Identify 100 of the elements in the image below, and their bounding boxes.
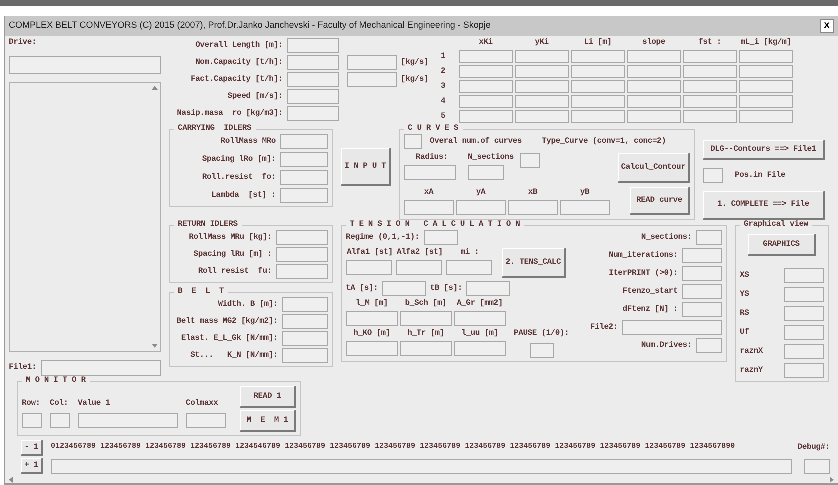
input-field[interactable] <box>682 284 722 299</box>
input-field[interactable] <box>468 165 504 180</box>
read-curve-button[interactable]: READ curve <box>630 187 690 215</box>
input-field[interactable] <box>186 413 226 428</box>
input-field[interactable] <box>347 72 397 87</box>
input-field[interactable] <box>703 168 723 184</box>
input-field[interactable] <box>404 134 422 149</box>
input-field[interactable] <box>346 260 392 275</box>
input-field[interactable] <box>280 152 328 167</box>
input-field[interactable] <box>530 343 554 358</box>
input-field[interactable] <box>804 458 830 474</box>
input-field[interactable] <box>282 314 328 329</box>
input-field[interactable] <box>682 248 722 263</box>
input-field[interactable] <box>287 55 339 70</box>
input-field[interactable] <box>508 200 558 215</box>
input-field[interactable] <box>683 110 737 123</box>
input-field[interactable] <box>739 110 793 123</box>
input-field[interactable] <box>683 50 737 63</box>
input-field[interactable] <box>346 341 398 356</box>
input-button[interactable]: I N P U T <box>341 148 391 186</box>
input-field[interactable] <box>627 80 681 93</box>
input-field[interactable] <box>739 95 793 108</box>
close-button[interactable]: x <box>820 19 834 33</box>
input-field[interactable] <box>627 50 681 63</box>
input-field[interactable] <box>515 65 569 78</box>
scroll-down-icon[interactable] <box>151 342 159 350</box>
input-field[interactable] <box>51 458 792 474</box>
input-field[interactable] <box>456 200 506 215</box>
input-field[interactable] <box>459 50 513 63</box>
input-field[interactable] <box>571 80 625 93</box>
input-field[interactable] <box>78 413 178 428</box>
input-field[interactable] <box>454 341 506 356</box>
input-field[interactable] <box>276 247 328 262</box>
input-field[interactable] <box>276 264 328 279</box>
input-field[interactable] <box>515 95 569 108</box>
input-field[interactable] <box>571 65 625 78</box>
input-field[interactable] <box>571 110 625 123</box>
input-field[interactable] <box>280 134 328 149</box>
list-box[interactable] <box>9 82 161 352</box>
input-field[interactable] <box>282 297 328 312</box>
input-field[interactable] <box>682 266 722 281</box>
input-field[interactable] <box>400 341 452 356</box>
input-field[interactable] <box>459 65 513 78</box>
input-field[interactable] <box>515 110 569 123</box>
input-field[interactable] <box>739 65 793 78</box>
input-field[interactable] <box>400 311 452 326</box>
input-field[interactable] <box>396 260 442 275</box>
scroll-left-icon[interactable] <box>7 476 15 484</box>
input-field[interactable] <box>280 170 328 185</box>
input-field[interactable] <box>784 306 824 321</box>
input-field[interactable] <box>50 413 70 428</box>
input-field[interactable] <box>515 80 569 93</box>
input-field[interactable] <box>347 55 397 70</box>
input-field[interactable] <box>739 80 793 93</box>
tension-calc-button[interactable]: 2. TENS_CALC <box>502 248 566 278</box>
input-field[interactable] <box>287 106 339 121</box>
input-field[interactable] <box>404 200 454 215</box>
input-field[interactable] <box>287 38 339 53</box>
input-field[interactable] <box>282 331 328 346</box>
input-field[interactable] <box>696 338 722 353</box>
input-field[interactable] <box>622 320 722 335</box>
increment-button[interactable]: + 1 <box>21 458 43 474</box>
calculate-contour-button[interactable]: Calcul_Contour <box>618 153 690 183</box>
input-field[interactable] <box>784 325 824 340</box>
complete-to-file-button[interactable]: 1. COMPLETE ==> File <box>703 191 825 220</box>
input-field[interactable] <box>515 50 569 63</box>
input-field[interactable] <box>683 80 737 93</box>
decrement-button[interactable]: - 1 <box>21 440 43 456</box>
input-field[interactable] <box>696 230 722 245</box>
input-field[interactable] <box>459 80 513 93</box>
input-field[interactable] <box>571 95 625 108</box>
scroll-right-icon[interactable] <box>828 476 836 484</box>
input-field[interactable] <box>682 302 722 317</box>
input-field[interactable] <box>627 65 681 78</box>
input-field[interactable] <box>446 260 492 275</box>
input-field[interactable] <box>459 110 513 123</box>
input-field[interactable] <box>627 110 681 123</box>
input-field[interactable] <box>683 65 737 78</box>
input-field[interactable] <box>404 165 456 180</box>
scroll-up-icon[interactable] <box>151 84 159 92</box>
input-field[interactable] <box>346 311 398 326</box>
input-field[interactable] <box>784 363 824 378</box>
input-field[interactable] <box>282 348 328 363</box>
horizontal-scrollbar[interactable] <box>5 476 838 485</box>
memory-button[interactable]: M E M 1 <box>240 410 296 432</box>
input-field[interactable] <box>287 72 339 87</box>
input-field[interactable] <box>683 95 737 108</box>
input-field[interactable] <box>287 89 339 104</box>
input-field[interactable] <box>9 56 161 74</box>
input-field[interactable] <box>22 413 42 428</box>
input-field[interactable] <box>560 200 610 215</box>
input-field[interactable] <box>466 281 510 296</box>
input-field[interactable] <box>739 50 793 63</box>
input-field[interactable] <box>784 268 824 283</box>
input-field[interactable] <box>280 188 328 203</box>
input-field[interactable] <box>784 287 824 302</box>
input-field[interactable] <box>520 153 540 168</box>
input-field[interactable] <box>382 281 426 296</box>
graphics-button[interactable]: GRAPHICS <box>748 234 816 256</box>
input-field[interactable] <box>784 344 824 359</box>
